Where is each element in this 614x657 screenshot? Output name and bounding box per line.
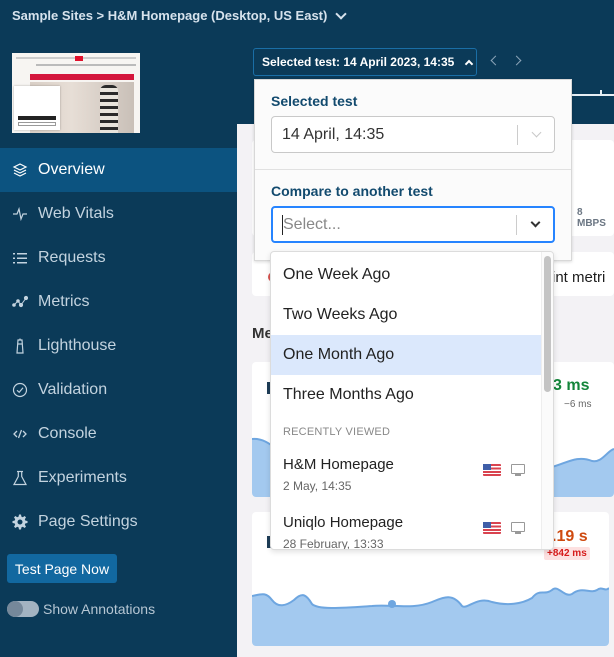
metric-sparkline: [252, 587, 609, 646]
breadcrumb[interactable]: Sample Sites > H&M Homepage (Desktop, US…: [12, 7, 348, 23]
chevron-down-icon: [517, 217, 553, 228]
sidebar-item-experiments[interactable]: Experiments: [0, 456, 237, 500]
sidebar-item-label: Requests: [38, 249, 106, 266]
alert-text: int metri: [552, 269, 606, 286]
recent-item-name: H&M Homepage: [283, 456, 394, 473]
flask-icon: [12, 470, 28, 486]
chevron-down-icon: [335, 7, 348, 20]
chart-dots-icon: [12, 294, 28, 310]
sidebar-item-lighthouse[interactable]: Lighthouse: [0, 324, 237, 368]
sidebar-nav: Overview Web Vitals Requests Metrics Lig…: [0, 148, 237, 544]
chevron-up-icon: [465, 59, 474, 68]
desktop-icon: [511, 464, 525, 476]
selected-test-select[interactable]: 14 April, 14:35: [271, 116, 555, 153]
header-divider: [570, 94, 614, 96]
sidebar-item-label: Web Vitals: [38, 205, 114, 222]
sidebar-item-label: Lighthouse: [38, 337, 117, 354]
show-annotations-toggle[interactable]: Show Annotations: [7, 601, 155, 617]
toggle-switch[interactable]: [7, 601, 39, 617]
sidebar-item-requests[interactable]: Requests: [0, 236, 237, 280]
sidebar-item-page-settings[interactable]: Page Settings: [0, 500, 237, 544]
breadcrumb-text: Sample Sites > H&M Homepage (Desktop, US…: [12, 8, 328, 23]
page-screenshot-thumbnail[interactable]: [12, 53, 140, 133]
compare-options-menu: One Week Ago Two Weeks Ago One Month Ago…: [270, 251, 554, 550]
code-icon: [12, 426, 28, 442]
previous-test-button[interactable]: [488, 53, 500, 69]
selected-test-value: 14 April, 14:35: [282, 125, 385, 143]
sidebar-item-web-vitals[interactable]: Web Vitals: [0, 192, 237, 236]
compare-test-label: Compare to another test: [271, 183, 433, 199]
selected-test-button[interactable]: Selected test: 14 April 2023, 14:35: [253, 48, 477, 76]
pulse-icon: [12, 206, 28, 222]
desktop-icon: [511, 522, 525, 534]
metric-value: 3 ms: [553, 377, 590, 394]
divider: [255, 169, 571, 170]
header-tick: [600, 90, 602, 95]
sidebar-item-label: Page Settings: [38, 513, 138, 530]
metric-delta: −6 ms: [564, 399, 592, 410]
us-flag-icon: [483, 464, 501, 476]
lighthouse-icon: [12, 338, 28, 354]
compare-test-select[interactable]: Select...: [271, 206, 555, 243]
recent-item[interactable]: Uniqlo Homepage 28 February, 13:33: [271, 514, 541, 550]
recent-item[interactable]: H&M Homepage 2 May, 14:35: [271, 456, 541, 512]
sidebar-item-label: Experiments: [38, 469, 127, 486]
recent-item-date: 28 February, 13:33: [283, 537, 384, 550]
selected-test-label: Selected test: [271, 93, 358, 109]
compare-test-placeholder[interactable]: Select...: [282, 214, 516, 235]
option-two-weeks-ago[interactable]: Two Weeks Ago: [271, 295, 541, 335]
test-page-now-button[interactable]: Test Page Now: [7, 554, 117, 583]
bandwidth-label: 8 MBPS: [577, 207, 606, 229]
next-test-button[interactable]: [512, 53, 524, 69]
sidebar-item-label: Console: [38, 425, 97, 442]
sidebar-item-console[interactable]: Console: [0, 412, 237, 456]
sidebar-item-validation[interactable]: Validation: [0, 368, 237, 412]
selected-test-button-label: Selected test: 14 April 2023, 14:35: [262, 55, 455, 69]
sidebar-item-label: Metrics: [38, 293, 90, 310]
toggle-label: Show Annotations: [43, 601, 156, 617]
gear-icon: [12, 514, 28, 530]
option-three-months-ago[interactable]: Three Months Ago: [271, 375, 541, 415]
menu-scrollbar[interactable]: [541, 252, 553, 549]
option-one-week-ago[interactable]: One Week Ago: [271, 255, 541, 295]
sidebar-item-overview[interactable]: Overview: [0, 148, 237, 192]
list-icon: [12, 250, 28, 266]
option-one-month-ago[interactable]: One Month Ago: [271, 335, 541, 375]
recent-item-date: 2 May, 14:35: [283, 479, 352, 493]
recently-viewed-group-label: RECENTLY VIEWED: [283, 426, 391, 438]
sidebar-item-metrics[interactable]: Metrics: [0, 280, 237, 324]
check-circle-icon: [12, 382, 28, 398]
us-flag-icon: [483, 522, 501, 534]
test-selector-popover: Selected test 14 April, 14:35 Compare to…: [254, 79, 572, 261]
metric-value: .19 s: [552, 528, 588, 545]
scrollbar-thumb[interactable]: [544, 256, 551, 392]
sidebar-item-label: Overview: [38, 161, 105, 178]
sidebar-item-label: Validation: [38, 381, 108, 398]
layers-icon: [12, 162, 28, 178]
recent-item-name: Uniqlo Homepage: [283, 514, 404, 531]
chevron-down-icon: [518, 127, 554, 138]
